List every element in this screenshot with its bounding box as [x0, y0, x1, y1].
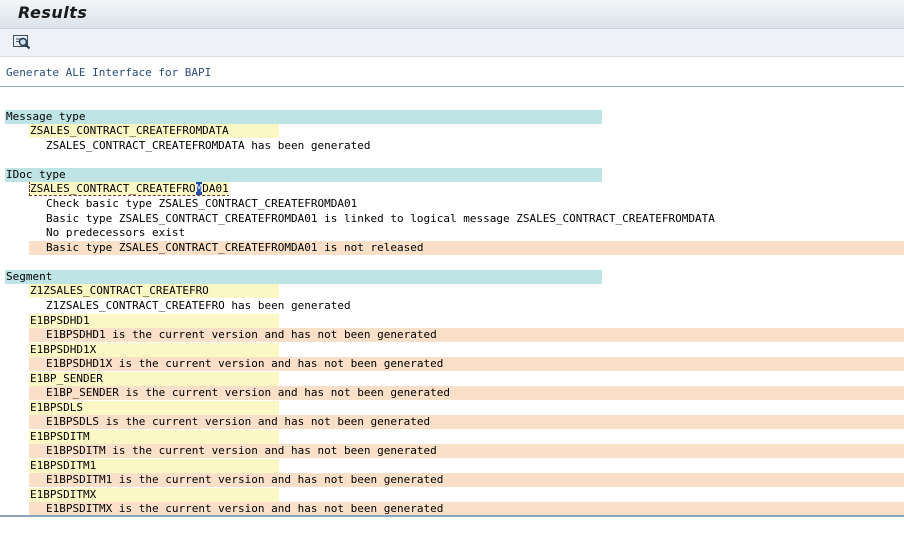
- segment-object[interactable]: E1BPSDHD1X: [29, 343, 279, 357]
- message-type-object[interactable]: ZSALES_CONTRACT_CREATEFROMDATA: [29, 124, 279, 138]
- message-line: Basic type ZSALES_CONTRACT_CREATEFROMDA0…: [29, 212, 904, 226]
- idoc-type-object[interactable]: ZSALES_CONTRACT_CREATEFROMDA01: [29, 182, 229, 196]
- segment-object[interactable]: E1BP_SENDER: [29, 372, 279, 386]
- message-line-warning: E1BPSDHD1X is the current version and ha…: [29, 357, 904, 371]
- segment-object[interactable]: E1BPSDITM: [29, 430, 279, 444]
- message-line-warning: E1BP_SENDER is the current version and h…: [29, 386, 904, 400]
- message-line: No predecessors exist: [29, 226, 904, 240]
- header-divider: [0, 86, 904, 87]
- message-line-warning: Basic type ZSALES_CONTRACT_CREATEFROMDA0…: [29, 241, 904, 255]
- message-line: ZSALES_CONTRACT_CREATEFROMDATA has been …: [29, 139, 904, 153]
- message-line-warning: E1BPSDHD1 is the current version and has…: [29, 328, 904, 342]
- segment-object[interactable]: Z1ZSALES_CONTRACT_CREATEFRO: [29, 284, 279, 298]
- section-idoc-type[interactable]: IDoc type: [5, 168, 602, 182]
- segment-object[interactable]: E1BPSDLS: [29, 401, 279, 415]
- message-line-warning: E1BPSDITM1 is the current version and ha…: [29, 473, 904, 487]
- idoc-type-text-end: DA01: [202, 182, 229, 195]
- section-segment[interactable]: Segment: [5, 270, 602, 284]
- list-header: Generate ALE Interface for BAPI: [6, 66, 212, 79]
- window-title: Results: [18, 3, 88, 22]
- message-line: Z1ZSALES_CONTRACT_CREATEFRO has been gen…: [29, 299, 904, 313]
- application-toolbar: [0, 29, 904, 57]
- message-line-warning: E1BPSDITMX is the current version and ha…: [29, 502, 904, 515]
- segment-object[interactable]: E1BPSDITM1: [29, 459, 279, 473]
- magnifier-icon[interactable]: [12, 33, 32, 51]
- message-line-warning: E1BPSDITM is the current version and has…: [29, 444, 904, 458]
- section-message-type[interactable]: Message type: [5, 110, 602, 124]
- idoc-type-object-selected[interactable]: ZSALES_CONTRACT_CREATEFROMDA01: [29, 182, 229, 196]
- segment-object[interactable]: E1BPSDITMX: [29, 488, 279, 502]
- message-line: Check basic type ZSALES_CONTRACT_CREATEF…: [29, 197, 904, 211]
- message-line-warning: E1BPSDLS is the current version and has …: [29, 415, 904, 429]
- results-list: Generate ALE Interface for BAPI Message …: [0, 57, 904, 517]
- title-bar: Results: [0, 0, 904, 29]
- idoc-type-text: ZSALES_CONTRACT_CREATEFRO: [30, 182, 196, 195]
- segment-object[interactable]: E1BPSDHD1: [29, 314, 279, 328]
